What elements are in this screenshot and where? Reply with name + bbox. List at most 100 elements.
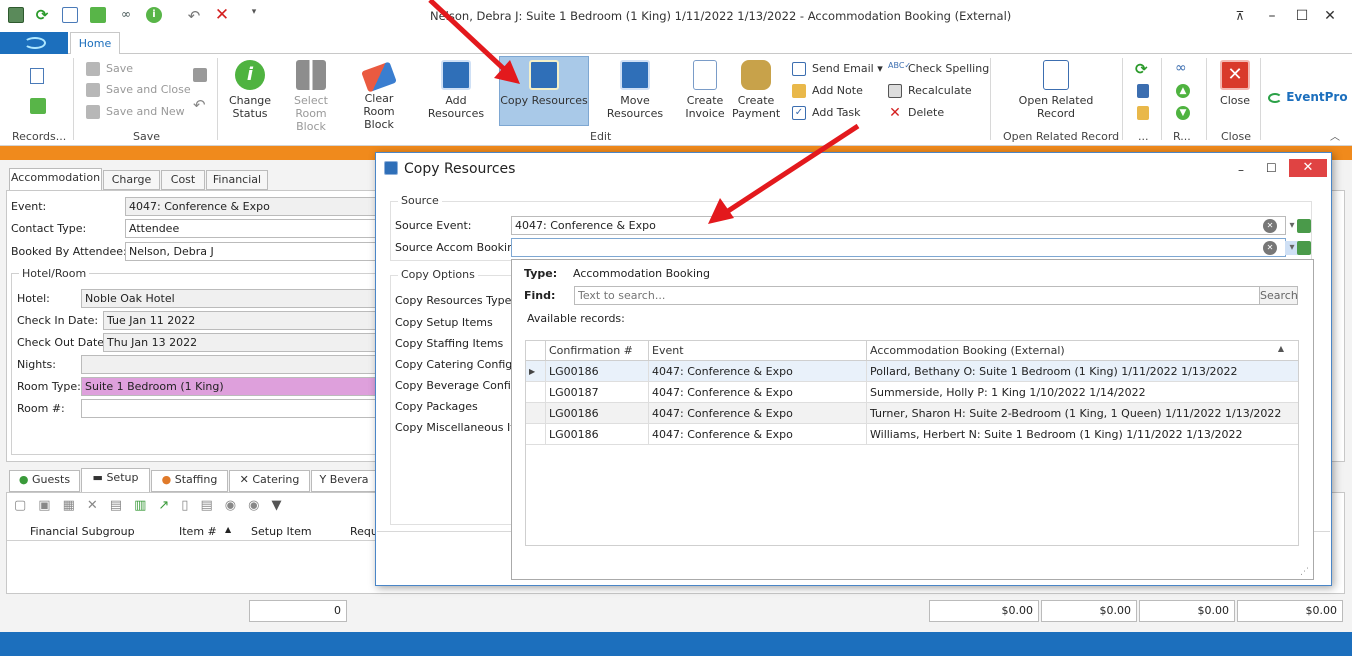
new-document-icon[interactable] — [62, 7, 78, 23]
move-down-icon[interactable]: ◉ — [248, 498, 271, 513]
send-email-button[interactable]: Send Email ▾ — [792, 61, 883, 77]
select-room-block-button[interactable]: Select Room Block — [280, 60, 342, 133]
option-packages[interactable]: Copy Packages — [395, 400, 478, 413]
refresh-icon[interactable]: ⟳ — [34, 7, 50, 23]
add-resources-button[interactable]: Add Resources — [416, 60, 496, 120]
up-arrow-icon[interactable]: ▲ — [1176, 84, 1190, 98]
tab-charge[interactable]: Charge — [103, 170, 160, 190]
down-arrow-icon[interactable]: ▼ — [1176, 106, 1190, 120]
refresh-ribbon-icon[interactable]: ⟳ — [1135, 60, 1148, 78]
restore-ribbon-icon[interactable]: ⊼ — [1230, 6, 1250, 26]
add-green-icon[interactable]: ▥ — [134, 498, 158, 513]
col-required[interactable]: Requ — [350, 525, 378, 538]
delete-button[interactable]: ✕ Delete — [888, 105, 944, 121]
doc-icon[interactable]: ▯ — [181, 498, 200, 513]
tab-beverage[interactable]: Y Bevera — [311, 470, 377, 492]
source-event-combo[interactable]: 4047: Conference & Expo — [511, 216, 1286, 235]
add-note-button[interactable]: Add Note — [792, 83, 863, 99]
room-type-field[interactable]: Suite 1 Bedroom (1 King) — [81, 377, 377, 396]
create-invoice-button[interactable]: Create Invoice — [684, 60, 726, 120]
table-row[interactable]: ▶ LG00186 4047: Conference & Expo Pollar… — [525, 360, 1299, 382]
copy-item-icon[interactable]: ▣ — [38, 498, 62, 513]
remove-item-icon[interactable]: ✕ — [87, 498, 110, 513]
source-event-clear-icon[interactable]: ✕ — [1263, 219, 1277, 233]
minimize-button[interactable]: – — [1262, 6, 1282, 26]
event-field[interactable]: 4047: Conference & Expo — [125, 197, 377, 216]
contact-type-field[interactable]: Attendee — [125, 219, 377, 238]
add-record-icon[interactable] — [90, 7, 106, 23]
status-icon[interactable]: i — [146, 7, 162, 23]
col-confirmation[interactable]: Confirmation # — [545, 340, 649, 361]
dialog-maximize-button[interactable]: ☐ — [1266, 161, 1277, 175]
source-accom-lookup-icon[interactable] — [1297, 241, 1311, 255]
dialog-close-button[interactable]: ✕ — [1289, 159, 1327, 177]
binoculars-ribbon-icon[interactable]: ∞ — [1175, 60, 1187, 76]
check-out-field[interactable]: Thu Jan 13 2022 — [103, 333, 377, 352]
source-accom-combo[interactable] — [511, 238, 1286, 257]
help-icon[interactable] — [1137, 84, 1149, 98]
tab-accommodation[interactable]: Accommodation — [9, 168, 102, 190]
file-tab[interactable] — [0, 32, 68, 54]
tab-setup[interactable]: ▬ Setup — [81, 468, 150, 493]
option-setup-items[interactable]: Copy Setup Items — [395, 316, 493, 329]
new-record-icon[interactable] — [30, 68, 44, 84]
table-row[interactable]: LG00186 4047: Conference & Expo Williams… — [525, 423, 1299, 445]
popup-search-input[interactable] — [574, 286, 1260, 305]
col-financial-subgroup[interactable]: Financial Subgroup — [30, 525, 135, 538]
change-status-button[interactable]: i Change Status — [224, 60, 276, 120]
table-row[interactable]: LG00187 4047: Conference & Expo Summersi… — [525, 381, 1299, 403]
close-window-button[interactable]: ✕ — [1320, 6, 1340, 26]
delete-icon[interactable]: ✕ — [214, 7, 230, 24]
check-spelling-button[interactable]: ABC✓ Check Spelling — [888, 61, 989, 77]
option-staffing-items[interactable]: Copy Staffing Items — [395, 337, 503, 350]
save-and-close-button[interactable]: Save and Close — [86, 82, 191, 98]
filter-icon[interactable]: ▼ — [271, 498, 293, 513]
move-up-icon[interactable]: ◉ — [225, 498, 248, 513]
room-num-field[interactable] — [81, 399, 377, 418]
col-setup-item[interactable]: Setup Item — [251, 525, 312, 538]
col-event[interactable]: Event — [648, 340, 867, 361]
copy-resources-button[interactable]: Copy Resources — [500, 60, 588, 107]
check-in-field[interactable]: Tue Jan 11 2022 — [103, 311, 377, 330]
collapse-ribbon-icon[interactable]: ︿ — [1330, 128, 1340, 143]
move-resources-button[interactable]: Move Resources — [594, 60, 676, 120]
hotel-field[interactable]: Noble Oak Hotel — [81, 289, 377, 308]
source-event-lookup-icon[interactable] — [1297, 219, 1311, 233]
open-related-record-button[interactable]: Open Related Record — [1014, 60, 1098, 120]
col-item-num[interactable]: Item # — [179, 525, 217, 538]
close-button[interactable]: ✕ Close — [1214, 60, 1256, 107]
save-button[interactable]: Save — [86, 61, 133, 77]
create-payment-button[interactable]: Create Payment — [732, 60, 780, 120]
option-beverage-configs[interactable]: Copy Beverage Configs — [395, 379, 524, 392]
add-record-small-icon[interactable] — [30, 98, 46, 114]
new-item-icon[interactable]: ▢ — [14, 498, 38, 513]
tab-guests[interactable]: ● Guests — [9, 470, 80, 492]
table-row[interactable]: LG00186 4047: Conference & Expo Turner, … — [525, 402, 1299, 424]
col-accommodation-booking[interactable]: Accommodation Booking (External) ▲ — [866, 340, 1299, 361]
source-accom-clear-icon[interactable]: ✕ — [1263, 241, 1277, 255]
booked-by-field[interactable]: Nelson, Debra J — [125, 242, 377, 261]
popup-search-button[interactable]: Search — [1259, 286, 1298, 305]
tab-financial[interactable]: Financial — [206, 170, 268, 190]
option-catering-configs[interactable]: Copy Catering Configs — [395, 358, 518, 371]
recalculate-button[interactable]: Recalculate — [888, 83, 972, 99]
clipboard-icon[interactable] — [1137, 106, 1149, 120]
grid-icon[interactable]: ▦ — [63, 498, 87, 513]
export-icon[interactable]: ↗ — [158, 498, 181, 513]
save-all-icon[interactable] — [193, 68, 207, 82]
tab-staffing[interactable]: ● Staffing — [151, 470, 228, 492]
add-task-button[interactable]: ✓ Add Task — [792, 105, 861, 121]
nights-field[interactable] — [81, 355, 377, 374]
save-and-new-button[interactable]: Save and New — [86, 104, 185, 120]
dialog-minimize-button[interactable]: – — [1238, 163, 1244, 177]
maximize-button[interactable]: ☐ — [1292, 6, 1312, 26]
tab-catering[interactable]: ✕ Catering — [229, 470, 310, 492]
tab-cost[interactable]: Cost — [161, 170, 205, 190]
duplicate-icon[interactable]: ▤ — [110, 498, 134, 513]
tab-home[interactable]: Home — [70, 32, 120, 55]
binoculars-icon[interactable]: ∞ — [118, 7, 134, 23]
quick-access-dropdown-icon[interactable]: ▾ — [246, 7, 262, 23]
clear-room-block-button[interactable]: Clear Room Block — [348, 60, 410, 131]
undo-ribbon-icon[interactable]: ↶ — [193, 96, 206, 114]
resize-grip-icon[interactable]: ⋰ — [1300, 567, 1309, 577]
